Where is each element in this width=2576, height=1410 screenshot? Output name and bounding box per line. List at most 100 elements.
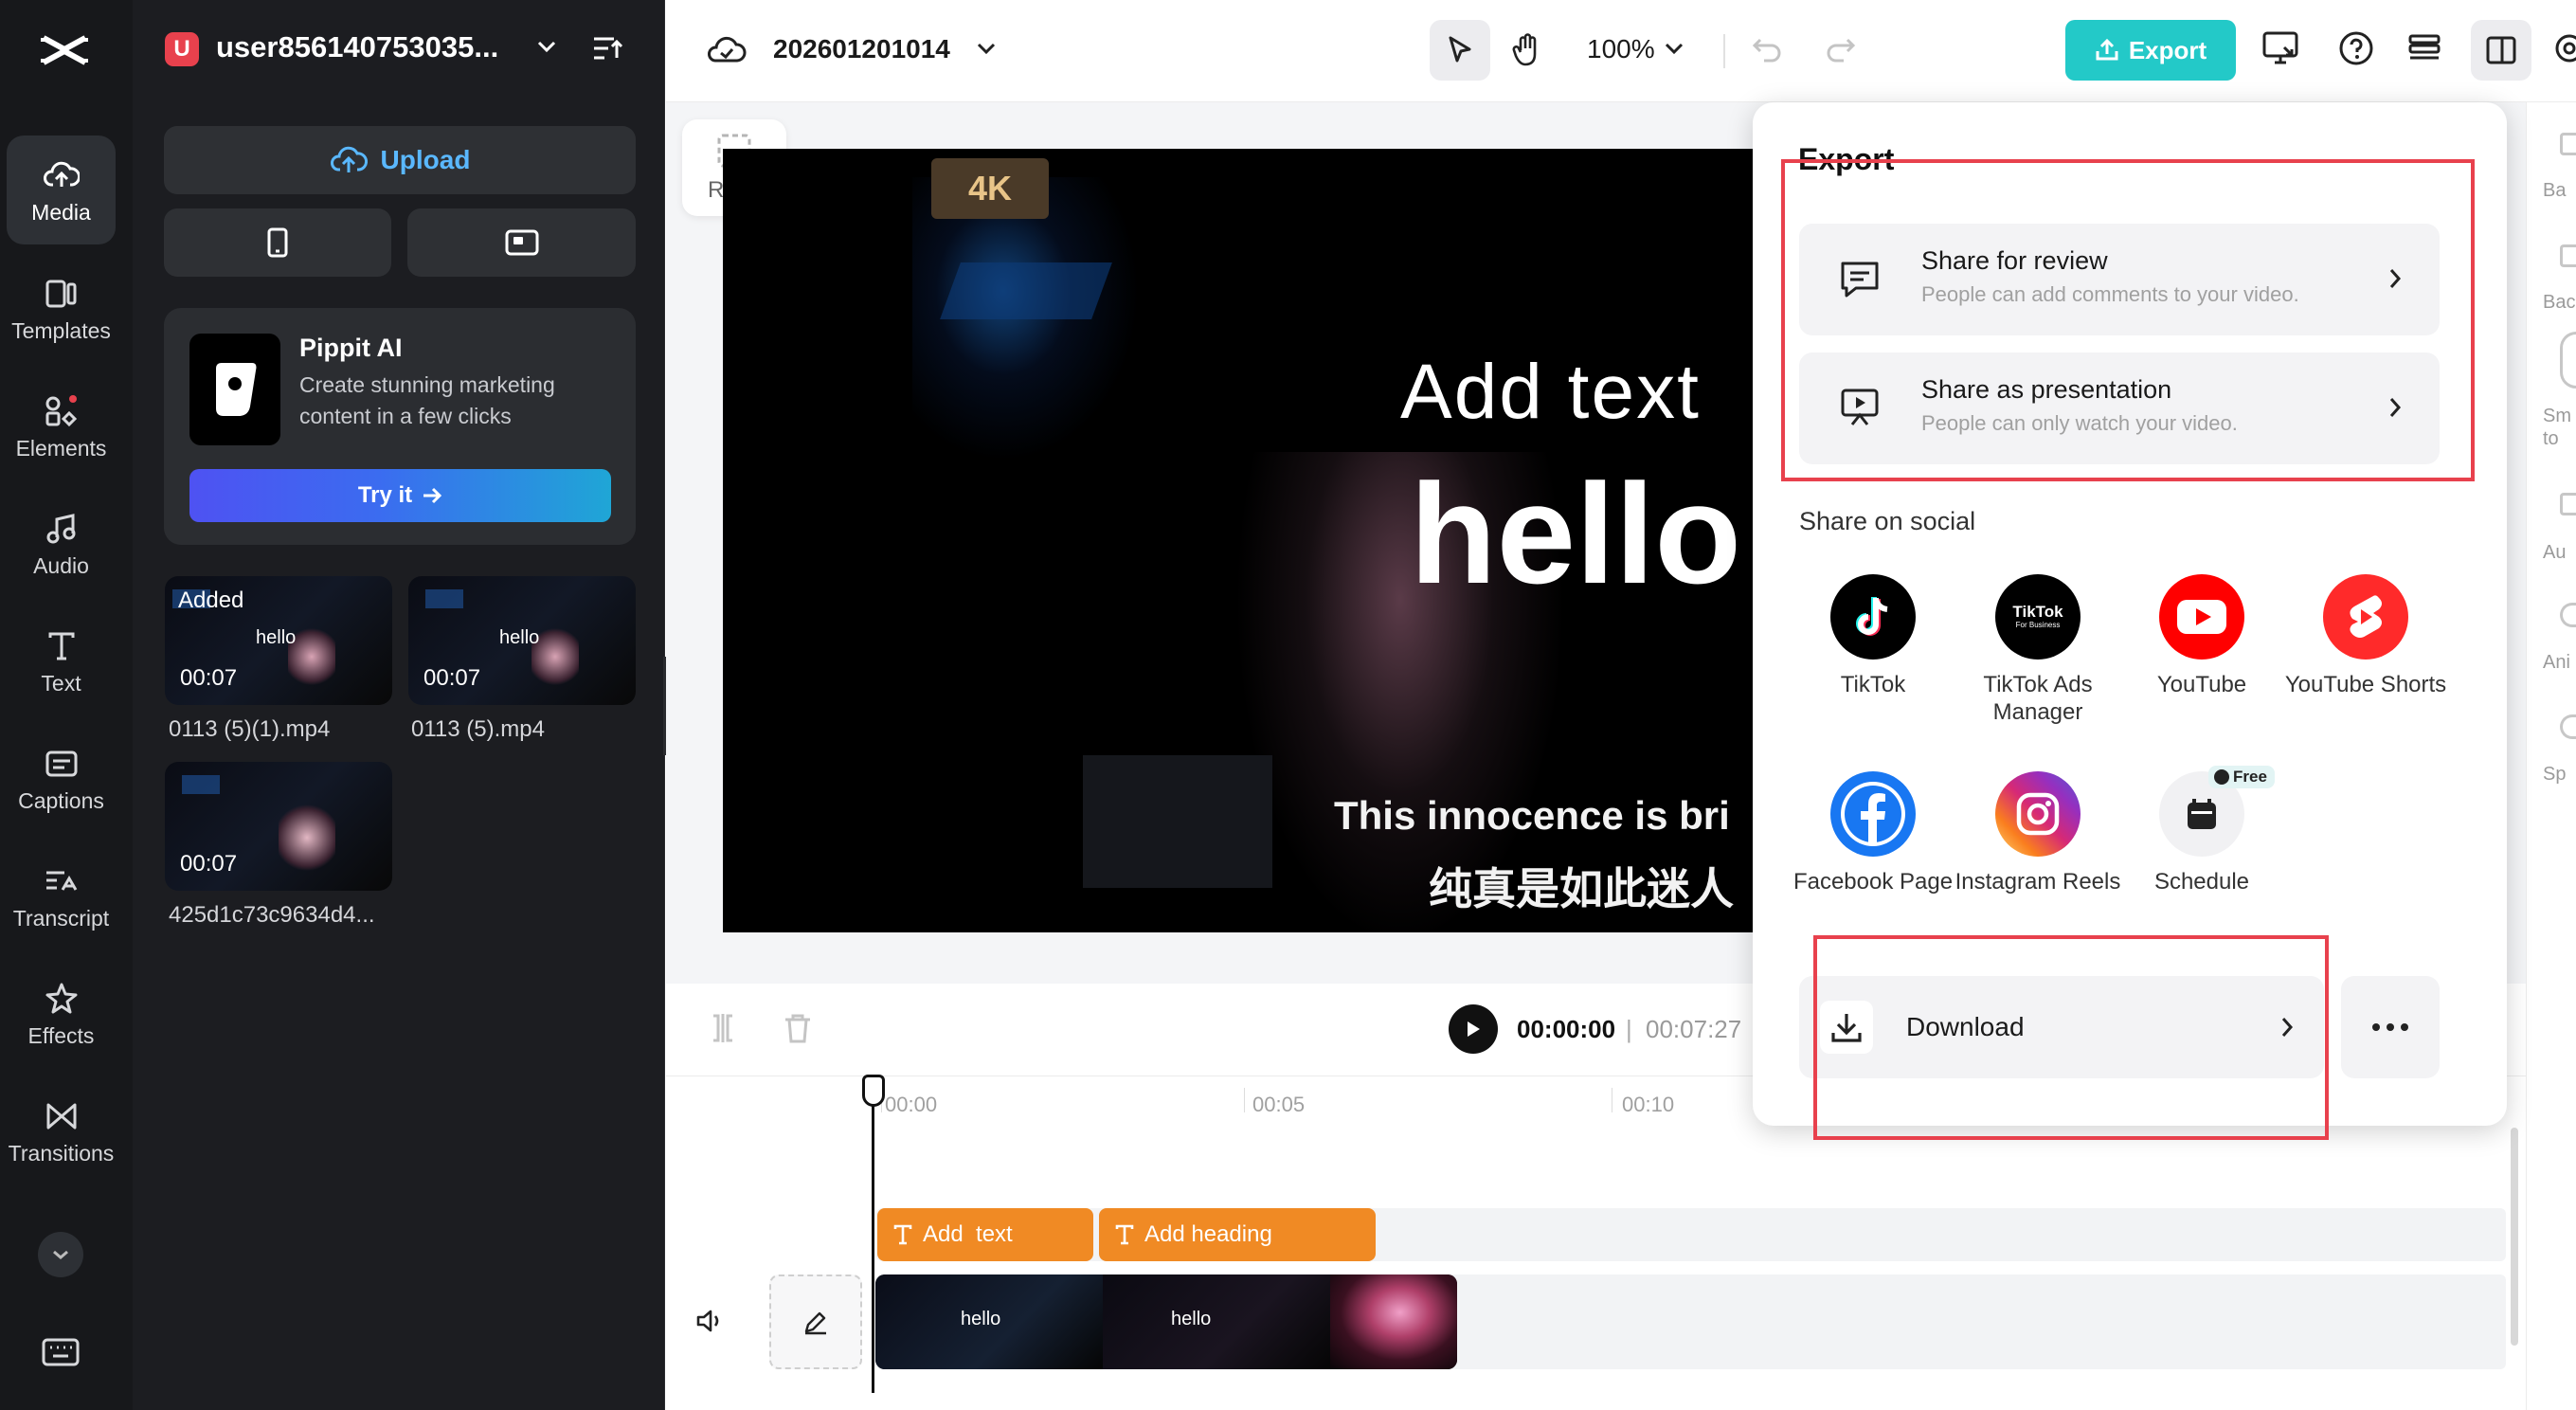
settings-button[interactable] (2552, 32, 2576, 64)
social-tiktok[interactable]: TikTok (1788, 574, 1958, 698)
media-thumbnail[interactable]: 00:07 (165, 762, 392, 891)
share-as-presentation-option[interactable]: Share as presentation People can only wa… (1799, 352, 2440, 464)
sidebar-item-elements[interactable]: Elements (7, 371, 116, 480)
undo-button[interactable] (1751, 34, 1783, 63)
layers-button[interactable] (2406, 32, 2442, 64)
sidebar-item-media[interactable]: Media (7, 136, 116, 244)
keyboard-shortcuts-button[interactable] (42, 1338, 80, 1366)
social-instagram-reels[interactable]: Instagram Reels (1953, 771, 2123, 895)
present-monitor-button[interactable] (2261, 30, 2301, 66)
volume-button[interactable] (695, 1308, 724, 1334)
sidebar-item-captions[interactable]: Captions (7, 724, 116, 833)
chevron-down-icon[interactable] (536, 40, 557, 53)
hand-tool-button[interactable] (1497, 20, 1558, 81)
right-strip-label: to (2543, 428, 2559, 449)
social-name: Schedule (2153, 869, 2250, 895)
redo-button[interactable] (1825, 34, 1857, 63)
upload-from-phone-button[interactable] (164, 208, 391, 277)
sort-icon[interactable] (591, 34, 623, 63)
chevron-down-icon[interactable] (976, 42, 997, 55)
split-button[interactable] (709, 1012, 737, 1044)
social-name: Instagram Reels (1955, 869, 2121, 895)
sidebar-item-label: Templates (11, 318, 111, 343)
sidebar-item-label: Effects (27, 1023, 95, 1048)
play-button[interactable] (1449, 1004, 1498, 1054)
background-icon[interactable] (2560, 244, 2576, 267)
try-it-label: Try it (357, 482, 413, 508)
sidebar-item-templates[interactable]: Templates (7, 254, 116, 363)
share-for-review-option[interactable]: Share for review People can add comments… (1799, 224, 2440, 335)
effects-icon (43, 980, 81, 1018)
try-it-button[interactable]: Try it (189, 469, 611, 522)
social-facebook-page[interactable]: Facebook Page (1788, 771, 1958, 895)
playhead-handle[interactable] (862, 1075, 885, 1107)
youtube-icon (2159, 574, 2244, 660)
duration-label: 00:07 (423, 665, 481, 691)
upload-button[interactable]: Upload (164, 126, 636, 194)
sidebar-item-effects[interactable]: Effects (7, 959, 116, 1068)
video-clip-overlay-text: hello (961, 1309, 1001, 1329)
video-text-hello[interactable]: hello (1410, 452, 1741, 616)
playhead-line[interactable] (872, 1078, 874, 1393)
hand-icon (1512, 33, 1537, 66)
social-name: YouTube (2156, 672, 2247, 697)
split-icon (713, 1014, 732, 1042)
zoom-level[interactable]: 100% (1587, 34, 1655, 64)
social-schedule[interactable]: Free Schedule (2117, 766, 2287, 895)
total-time: 00:07:27 (1646, 1015, 1742, 1043)
video-clip-overlay-text: hello (1171, 1309, 1212, 1329)
record-screen-button[interactable] (407, 208, 636, 277)
redo-icon (1827, 38, 1856, 63)
more-dots-icon (2372, 1023, 2408, 1031)
media-file-name: 425d1c73c9634d4... (169, 902, 375, 928)
undo-icon (1752, 38, 1781, 63)
chevron-down-icon[interactable] (1664, 42, 1684, 55)
chevron-down-icon (53, 1250, 68, 1259)
text-clip-label: Add heading (1144, 1221, 1272, 1247)
project-name[interactable]: 202601201014 (773, 34, 950, 64)
panel-layout-button[interactable] (2471, 20, 2531, 81)
ruler-tick-label: 00:00 (885, 1093, 938, 1116)
sidebar-item-transitions[interactable]: Transitions (7, 1076, 116, 1185)
collapse-more-button[interactable] (38, 1232, 83, 1277)
media-thumbnail[interactable]: Added hello 00:07 (165, 576, 392, 705)
templates-icon (43, 275, 81, 313)
sidebar-item-audio[interactable]: Audio (7, 489, 116, 598)
user-name[interactable]: user856140753035... (216, 30, 498, 64)
sidebar-item-text[interactable]: Text (7, 606, 116, 715)
basic-icon[interactable] (2560, 133, 2576, 155)
presentation-icon (1839, 387, 1881, 428)
clock-icon (2214, 769, 2229, 785)
video-preview[interactable]: 4K Add text hello This innocence is bri … (723, 149, 1756, 932)
option-title: Share for review (1921, 246, 2108, 275)
social-name: YouTube Shorts (2284, 672, 2447, 697)
cloud-sync-icon (707, 34, 747, 66)
social-tiktok-ads-manager[interactable]: TikTok For Business TikTok Ads Manager (1953, 574, 2123, 726)
current-time: 00:00:00 (1517, 1015, 1616, 1043)
delete-button[interactable] (783, 1012, 813, 1044)
social-youtube[interactable]: YouTube (2117, 574, 2287, 698)
cover-edit-button[interactable] (769, 1274, 862, 1369)
sidebar-item-transcript[interactable]: Transcript (7, 841, 116, 950)
capcut-logo-icon[interactable] (38, 28, 91, 72)
text-icon (1115, 1224, 1134, 1245)
download-button[interactable]: Download (1799, 976, 2324, 1078)
video-text-add-text[interactable]: Add text (1400, 348, 1701, 437)
media-thumbnail[interactable]: hello 00:07 (408, 576, 636, 705)
text-clip[interactable]: Add heading (1099, 1208, 1376, 1261)
user-avatar[interactable]: U (165, 32, 199, 66)
panel-layout-icon (2486, 36, 2516, 64)
sidebar-item-label: Transitions (8, 1141, 115, 1166)
timeline-scrollbar[interactable] (2511, 1128, 2518, 1346)
thumb-overlay-text: hello (256, 627, 297, 648)
text-clip[interactable]: Add text (877, 1208, 1093, 1261)
help-button[interactable] (2338, 30, 2374, 66)
video-clip[interactable]: hello hello (875, 1274, 1457, 1369)
ruler-tick-label: 00:05 (1252, 1093, 1306, 1116)
social-youtube-shorts[interactable]: YouTube Shorts (2280, 574, 2451, 698)
more-options-button[interactable] (2341, 976, 2440, 1078)
export-button[interactable]: Export (2065, 20, 2236, 81)
audio-icon[interactable] (2560, 493, 2576, 515)
select-tool-button[interactable] (1430, 20, 1490, 81)
smart-tools-icon[interactable] (2560, 332, 2576, 389)
